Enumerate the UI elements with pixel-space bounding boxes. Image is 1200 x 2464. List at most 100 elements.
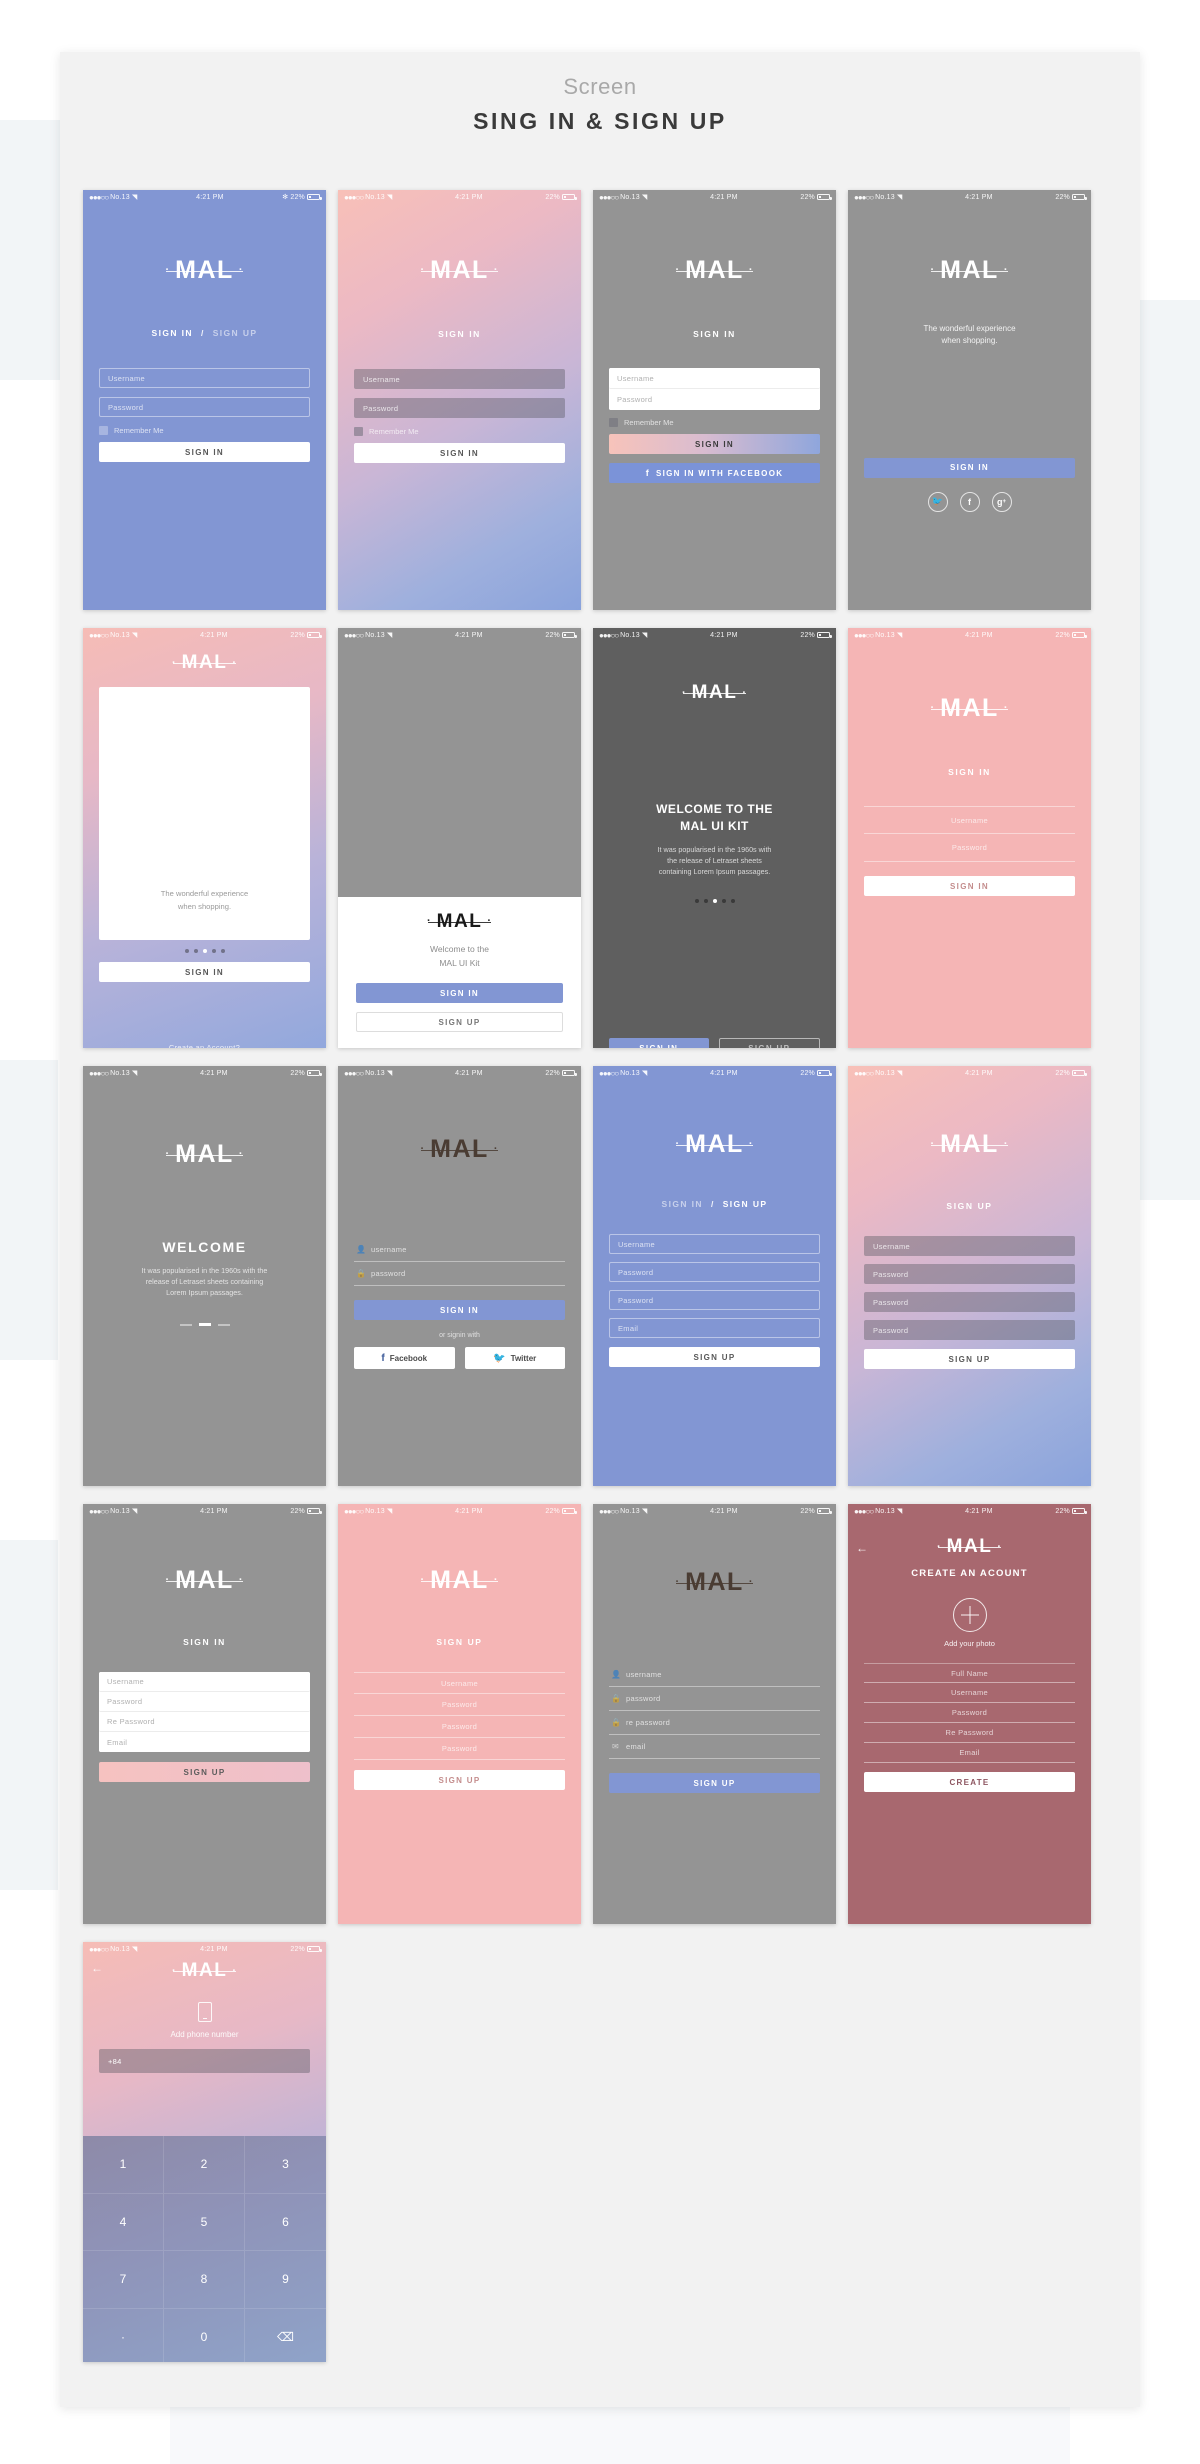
sign-up-button[interactable]: SIGN UP	[609, 1773, 820, 1793]
carousel-dash[interactable]	[217, 1323, 230, 1326]
password-input[interactable]: Password	[864, 1703, 1075, 1723]
password-confirm-input[interactable]: Password	[354, 1716, 565, 1738]
key-4[interactable]: 4	[83, 2193, 164, 2251]
sign-in-button[interactable]: SIGN IN	[864, 876, 1075, 896]
screen-onboarding-card[interactable]: ●●●○○ No.13 ◥ 4:21 PM 22% · MAL · The wond…	[83, 628, 326, 1048]
remember-me-checkbox[interactable]	[609, 418, 618, 427]
auth-tabs[interactable]: SIGN IN / SIGN UP	[609, 1199, 820, 1209]
re-password-input[interactable]: 🔒 re password	[609, 1711, 820, 1735]
tab-sign-up[interactable]: SIGN UP	[213, 328, 258, 338]
password-extra-input[interactable]: Password	[864, 1320, 1075, 1340]
username-input[interactable]: Username	[99, 368, 310, 388]
carousel-dot[interactable]	[703, 899, 708, 904]
screen-welcome-dark[interactable]: ●●●○○ No.13 ◥ 4:21 PM 22% · MAL · WELCOME …	[593, 628, 836, 1048]
password-input[interactable]: Password	[354, 1694, 565, 1716]
password-confirm-input[interactable]: Password	[864, 1292, 1075, 1312]
remember-me-checkbox[interactable]	[99, 426, 108, 435]
username-input[interactable]: Username	[99, 1672, 310, 1692]
sign-in-button[interactable]: SIGN IN	[99, 962, 310, 982]
username-input[interactable]: Username	[609, 1234, 820, 1254]
twitter-button[interactable]: 🐦 Twitter	[464, 1347, 565, 1369]
auth-tabs[interactable]: SIGN IN / SIGN UP	[99, 328, 310, 338]
sign-in-button[interactable]: SIGN IN	[354, 1300, 565, 1320]
username-input[interactable]: Username	[864, 806, 1075, 834]
email-input[interactable]: Email	[99, 1732, 310, 1752]
tab-sign-in[interactable]: SIGN IN	[152, 328, 193, 338]
sign-up-button[interactable]: SIGN UP	[718, 1038, 820, 1048]
remember-me-checkbox[interactable]	[354, 427, 363, 436]
key-7[interactable]: 7	[83, 2251, 164, 2309]
username-input[interactable]: Username	[864, 1683, 1075, 1703]
sign-in-button[interactable]: SIGN IN	[354, 443, 565, 463]
key-0[interactable]: 0	[164, 2308, 245, 2362]
password-input[interactable]: Password	[864, 834, 1075, 862]
social-buttons-row[interactable]: f Facebook 🐦 Twitter	[354, 1347, 565, 1369]
remember-me-row[interactable]: Remember Me	[609, 418, 820, 427]
password-input[interactable]: Password	[864, 1264, 1075, 1284]
carousel-dot[interactable]	[211, 949, 216, 953]
password-input[interactable]: Password	[99, 397, 310, 417]
re-password-input[interactable]: Re Password	[99, 1712, 310, 1732]
key-backspace[interactable]: ⌫	[245, 2309, 326, 2363]
password-input[interactable]: Password	[609, 389, 820, 410]
facebook-sign-in-button[interactable]: f SIGN IN WITH FACEBOOK	[609, 463, 820, 483]
auth-buttons-row[interactable]: SIGN IN SIGN UP	[609, 1038, 820, 1048]
screen-welcome-sheet[interactable]: ●●●○○ No.13 ◥ 4:21 PM 22% · MAL · Welcome …	[338, 628, 581, 1048]
carousel-dot[interactable]	[193, 949, 198, 953]
carousel-dot-active[interactable]	[712, 899, 717, 904]
password-extra-input[interactable]: Password	[354, 1738, 565, 1760]
numeric-keypad[interactable]: 1 2 3 4 5 6 7 8 9 · 0 ⌫	[83, 2136, 326, 2362]
key-dot[interactable]: ·	[83, 2308, 164, 2362]
screen-sign-in-gradient[interactable]: ●●●○○ No.13 ◥ 4:21 PM 22% · MAL · SIGN IN …	[338, 190, 581, 610]
sign-up-button[interactable]: SIGN UP	[864, 1349, 1075, 1369]
password-input[interactable]: 🔒 password	[609, 1687, 820, 1711]
key-8[interactable]: 8	[164, 2251, 245, 2309]
key-2[interactable]: 2	[164, 2136, 245, 2194]
password-input[interactable]: Password	[99, 1692, 310, 1712]
username-input[interactable]: Username	[609, 368, 820, 389]
facebook-icon[interactable]: f	[959, 491, 980, 512]
re-password-input[interactable]: Re Password	[864, 1723, 1075, 1743]
screen-sign-up-pink[interactable]: ●●●○○ No.13 ◥ 4:21 PM 22% · MAL · SIGN UP …	[338, 1504, 581, 1924]
screen-welcome-gotoworld[interactable]: ●●●○○ No.13 ◥ 4:21 PM 22% · MAL · WELCOME …	[83, 1066, 326, 1486]
key-3[interactable]: 3	[245, 2136, 326, 2194]
sign-in-button[interactable]: SIGN IN	[99, 442, 310, 462]
carousel-dot[interactable]	[730, 899, 735, 904]
sign-in-button[interactable]: SIGN IN	[609, 1038, 709, 1048]
screen-sign-in-blue[interactable]: ●●●○○ No.13 ◥ 4:21 PM ✻ 22% · MAL · SIGN IN…	[83, 190, 326, 610]
password-confirm-input[interactable]: Password	[609, 1290, 820, 1310]
email-input[interactable]: ✉ email	[609, 1735, 820, 1759]
remember-me-row[interactable]: Remember Me	[99, 426, 310, 435]
key-6[interactable]: 6	[245, 2194, 326, 2251]
remember-me-row[interactable]: Remember Me	[354, 427, 565, 436]
create-button[interactable]: CREATE	[864, 1772, 1075, 1792]
google-plus-icon[interactable]: g +	[991, 491, 1012, 512]
carousel-dot[interactable]	[694, 899, 699, 904]
email-input[interactable]: Email	[864, 1743, 1075, 1763]
carousel-dot[interactable]	[184, 949, 189, 953]
screen-sign-in-social-buttons[interactable]: ●●●○○ No.13 ◥ 4:21 PM 22% · MAL · 👤 usernam…	[338, 1066, 581, 1486]
create-account-link[interactable]: Create an Account?	[83, 1043, 326, 1048]
full-name-input[interactable]: Full Name	[864, 1663, 1075, 1683]
back-icon[interactable]: ←	[91, 1962, 103, 1974]
screen-sign-in-pink[interactable]: ●●●○○ No.13 ◥ 4:21 PM 22% · MAL · SIGN IN …	[848, 628, 1091, 1048]
screen-sign-up-gray[interactable]: ●●●○○ No.13 ◥ 4:21 PM 22% · MAL · SIGN IN …	[83, 1504, 326, 1924]
sign-in-button[interactable]: SIGN IN	[356, 983, 563, 1003]
username-input[interactable]: Username	[864, 1236, 1075, 1256]
sign-up-button[interactable]: SIGN UP	[99, 1762, 310, 1782]
carousel-dash-active[interactable]	[198, 1323, 211, 1327]
tab-sign-up[interactable]: SIGN UP	[723, 1199, 768, 1209]
back-icon[interactable]: ←	[856, 1542, 868, 1554]
screen-sign-up-gradient[interactable]: ●●●○○ No.13 ◥ 4:21 PM 22% · MAL · SIGN UP …	[848, 1066, 1091, 1486]
username-input[interactable]: Username	[354, 1672, 565, 1694]
key-5[interactable]: 5	[164, 2193, 245, 2251]
key-1[interactable]: 1	[83, 2136, 164, 2194]
sign-in-button[interactable]: SIGN IN	[864, 457, 1075, 478]
screen-sign-in-facebook[interactable]: ●●●○○ No.13 ◥ 4:21 PM 22% · MAL · SIGN IN …	[593, 190, 836, 610]
social-buttons-row[interactable]: 🐦 f g +	[864, 491, 1075, 512]
carousel-dot[interactable]	[220, 949, 225, 953]
username-input[interactable]: 👤 username	[609, 1663, 820, 1687]
key-9[interactable]: 9	[245, 2251, 326, 2309]
plus-circle-icon[interactable]	[952, 1598, 987, 1632]
sign-up-button[interactable]: SIGN UP	[354, 1770, 565, 1790]
